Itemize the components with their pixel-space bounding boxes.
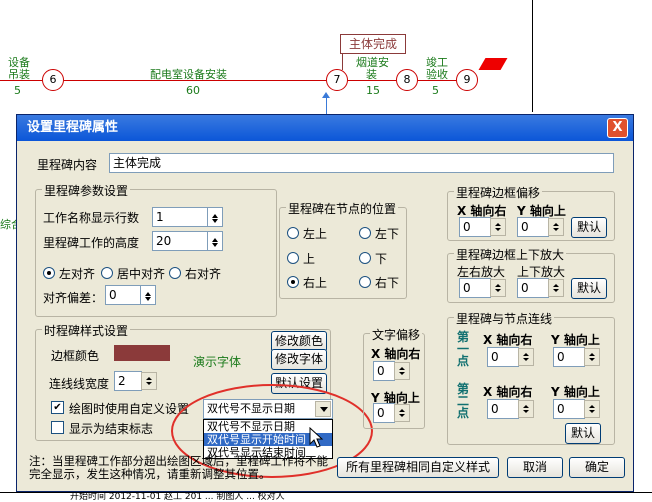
align-left-label: 左对齐: [59, 267, 96, 281]
change-font-button[interactable]: 修改字体: [271, 349, 327, 370]
p2-y-spinner[interactable]: [584, 400, 600, 418]
p2-x-spinner[interactable]: [518, 400, 534, 418]
style-group-title: 时程碑样式设置: [42, 322, 131, 339]
line-width-label: 连线线宽度: [49, 377, 110, 391]
height-input[interactable]: 20: [152, 231, 208, 251]
border-x-input[interactable]: 0: [459, 217, 491, 237]
pos-top-left-label: 左上: [303, 227, 328, 241]
align-center-radio[interactable]: [101, 267, 113, 279]
rows-spinner[interactable]: [207, 207, 223, 227]
border-y-spinner[interactable]: [548, 218, 564, 236]
bottom-strip: 开始时间 2012-11-01 赵工 201 ... 制图人 ... 校对人: [0, 492, 652, 502]
p1-x-input[interactable]: 0: [487, 347, 519, 367]
cancel-button[interactable]: 取消: [507, 457, 563, 478]
pos-top-label: 上: [303, 252, 316, 266]
pos-bottom-right-label: 右下: [375, 276, 400, 290]
border-zoom-default-button[interactable]: 默认: [571, 278, 607, 299]
task-duration-left: 5: [14, 84, 21, 97]
border-offset-title: 里程碑边框偏移: [454, 184, 543, 201]
pos-top-right-radio[interactable]: [287, 276, 299, 288]
rows-label: 工作名称显示行数: [43, 211, 140, 225]
border-color-label: 边框颜色: [51, 349, 100, 363]
text-x-label: X 轴向右: [371, 347, 421, 361]
align-right-radio[interactable]: [169, 267, 181, 279]
pos-bottom-left-label: 左下: [375, 227, 400, 241]
zoom-ud-input[interactable]: 0: [517, 278, 549, 298]
demo-font: 演示字体: [193, 355, 242, 369]
dialog-title: 设置里程碑属性: [17, 115, 633, 141]
node-9[interactable]: 9: [456, 69, 478, 91]
border-offset-default-button[interactable]: 默认: [571, 217, 607, 238]
pos-bottom-label: 下: [375, 252, 388, 266]
pos-top-radio[interactable]: [287, 252, 299, 264]
task-duration-flue: 15: [366, 84, 380, 97]
end-flag-label: 显示为结束标志: [69, 422, 154, 436]
task-label-power-room: 配电室设备安装: [150, 68, 227, 81]
point-two-label: 第二点: [457, 382, 470, 420]
pos-top-right-label: 右上: [303, 276, 328, 290]
node-6[interactable]: 6: [42, 69, 64, 91]
p2-y-label: Y 轴向上: [551, 385, 600, 399]
position-group-title: 里程碑在节点的位置: [286, 200, 399, 217]
p1-y-input[interactable]: 0: [553, 347, 585, 367]
task-duration-power-room: 60: [186, 84, 200, 97]
p2-y-input[interactable]: 0: [553, 399, 585, 419]
offset-spinner[interactable]: [140, 285, 156, 305]
zoom-lr-spinner[interactable]: [490, 279, 506, 297]
milestone-box[interactable]: 主体完成: [340, 34, 406, 54]
p1-y-label: Y 轴向上: [551, 333, 600, 347]
ok-button[interactable]: 确定: [569, 457, 625, 478]
text-y-input[interactable]: 0: [373, 403, 395, 423]
note-text: 注：当里程碑工作部分超出绘图区域后，里程碑工作将不能完全显示，发生这种情况，请重…: [29, 454, 328, 481]
task-duration-acceptance: 5: [432, 84, 439, 97]
p2-x-input[interactable]: 0: [487, 399, 519, 419]
node-8[interactable]: 8: [396, 69, 418, 91]
text-offset-title: 文字偏移: [370, 326, 423, 343]
border-color-swatch[interactable]: [114, 345, 170, 361]
align-right-label: 右对齐: [185, 267, 222, 281]
finish-flag-icon: [478, 58, 508, 70]
close-icon[interactable]: X: [607, 118, 628, 138]
zoom-lr-input[interactable]: 0: [459, 278, 491, 298]
p1-x-spinner[interactable]: [518, 348, 534, 366]
apply-all-button[interactable]: 所有里程碑相同自定义样式: [337, 457, 499, 478]
arrow-up-icon: [322, 88, 330, 98]
pos-bottom-left-radio[interactable]: [359, 227, 371, 239]
pos-top-left-radio[interactable]: [287, 227, 299, 239]
connect-title: 里程碑与节点连线: [454, 310, 555, 327]
pos-bottom-radio[interactable]: [359, 252, 371, 264]
connect-default-button[interactable]: 默认: [565, 423, 601, 444]
end-flag-checkbox[interactable]: [51, 421, 64, 434]
p1-x-label: X 轴向右: [483, 333, 533, 347]
line-width-input[interactable]: 2: [114, 371, 142, 391]
text-y-spinner[interactable]: [394, 404, 410, 422]
pos-bottom-right-radio[interactable]: [359, 276, 371, 288]
border-y-input[interactable]: 0: [517, 217, 549, 237]
params-group-title: 里程碑参数设置: [42, 182, 131, 199]
custom-settings-checkbox[interactable]: ✔: [51, 401, 64, 414]
zoom-ud-spinner[interactable]: [548, 279, 564, 297]
content-input[interactable]: 主体完成: [109, 153, 614, 173]
line-width-spinner[interactable]: [141, 372, 157, 390]
align-left-radio[interactable]: [43, 267, 55, 279]
height-label: 里程碑工作的高度: [43, 236, 140, 250]
content-label: 里程碑内容: [37, 158, 98, 172]
text-x-spinner[interactable]: [394, 362, 410, 380]
border-zoom-title: 里程碑边框上下放大: [454, 246, 567, 263]
offset-input[interactable]: 0: [105, 285, 141, 305]
text-x-input[interactable]: 0: [373, 361, 395, 381]
p2-x-label: X 轴向右: [483, 385, 533, 399]
milestone-properties-dialog: 设置里程碑属性 X 里程碑内容 主体完成 里程碑参数设置 工作名称显示行数 1 …: [16, 114, 634, 492]
border-x-spinner[interactable]: [490, 218, 506, 236]
rows-input[interactable]: 1: [152, 207, 208, 227]
task-label-acceptance-2: 验收: [426, 68, 448, 81]
offset-label: 对齐偏差：: [43, 291, 104, 305]
point-one-label: 第一点: [457, 330, 470, 368]
height-spinner[interactable]: [207, 231, 223, 251]
align-center-label: 居中对齐: [117, 267, 166, 281]
task-label-flue-2: 装: [366, 68, 377, 81]
p1-y-spinner[interactable]: [584, 348, 600, 366]
